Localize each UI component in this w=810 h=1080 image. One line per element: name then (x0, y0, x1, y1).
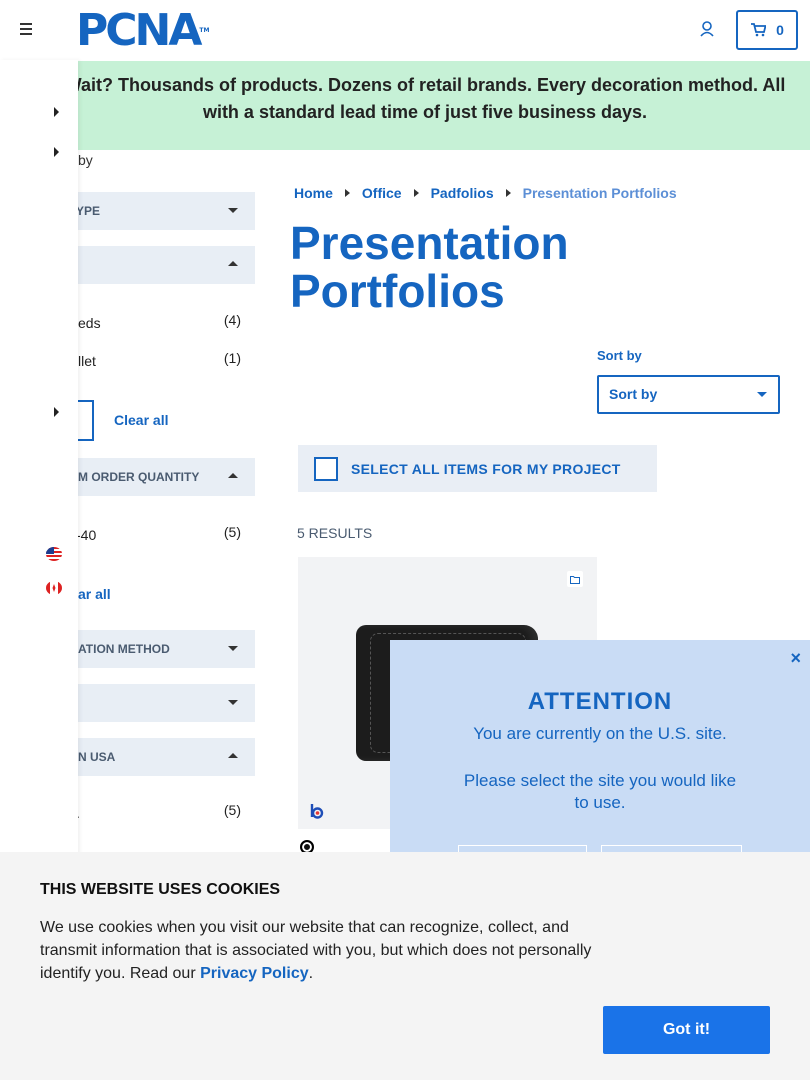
close-icon[interactable]: × (790, 648, 801, 669)
facet-collapsed-header[interactable] (60, 684, 255, 722)
facet-option-count: (4) (223, 312, 241, 328)
site-header: PCNATM 0 (0, 0, 810, 60)
breadcrumb-current: Presentation Portfolios (522, 185, 677, 201)
facet-title: N USA (78, 750, 116, 764)
facet-title: YPE (76, 204, 101, 218)
attention-message: You are currently on the U.S. site. (473, 724, 727, 743)
chevron-up-icon (228, 473, 238, 478)
menu-arrow-icon[interactable] (54, 147, 59, 157)
got-it-button[interactable]: Got it! (603, 1006, 770, 1054)
page-title: Presentation Portfolios (290, 217, 569, 317)
cart-count: 0 (776, 22, 784, 38)
chevron-down-icon (228, 208, 238, 213)
chevron-down-icon (228, 700, 238, 705)
select-all-bar[interactable]: SELECT ALL ITEMS FOR MY PROJECT (298, 445, 657, 492)
page: PCNATM 0 Wait? Thousands of products. Do… (0, 0, 810, 1080)
facet-product-type[interactable]: YPE (60, 192, 255, 230)
cookie-body-tail: . (308, 965, 314, 982)
cart-icon (751, 23, 767, 37)
chevron-up-icon (228, 261, 238, 266)
attention-heading: ATTENTION (527, 688, 673, 715)
facet-decoration-method[interactable]: ATION METHOD (60, 630, 255, 668)
chevron-right-icon (344, 189, 350, 197)
facet-option-count: (1) (223, 350, 241, 366)
facet-option[interactable]: . (5) (60, 802, 255, 821)
promo-text: Wait? Thousands of products. Dozens of r… (64, 75, 786, 122)
facet-option[interactable]: eds (4) (60, 312, 255, 331)
select-all-checkbox[interactable] (314, 456, 338, 481)
pcna-logo[interactable]: PCNATM (76, 9, 210, 53)
add-to-project-folder-icon[interactable] (567, 571, 583, 587)
shop-by-label: by (78, 152, 93, 168)
facet-made-in-usa[interactable]: N USA (60, 738, 255, 776)
us-flag-icon[interactable] (46, 547, 62, 561)
logo-tm: TM (199, 27, 210, 34)
breadcrumb: Home Office Padfolios Presentation Portf… (294, 185, 677, 201)
clear-all-link[interactable]: Clear all (114, 412, 168, 428)
facet-title: ATION METHOD (78, 642, 170, 656)
site-selector-popup: × ATTENTION You are currently on the U.S… (390, 640, 810, 885)
sort-dropdown[interactable]: Sort by (597, 375, 780, 414)
cookie-heading: THIS WEBSITE USES COOKIES (40, 881, 281, 898)
facet-option-count: (5) (223, 524, 241, 540)
cookie-body-text: We use cookies when you visit our websit… (40, 919, 592, 982)
clear-all-link[interactable]: ar all (78, 586, 111, 602)
slideout-menu (0, 60, 78, 860)
hamburger-menu-icon[interactable] (20, 23, 36, 37)
logo-text: PCNA (76, 5, 202, 56)
menu-arrow-icon[interactable] (54, 107, 59, 117)
breadcrumb-office[interactable]: Office (362, 185, 402, 201)
chevron-right-icon (505, 189, 511, 197)
facet-title: M ORDER QUANTITY (78, 470, 200, 484)
facet-minimum-order-quantity[interactable]: M ORDER QUANTITY (60, 458, 255, 496)
chevron-up-icon (228, 753, 238, 758)
account-icon[interactable] (698, 20, 716, 38)
attention-instruction: Please select the site you would like to… (463, 771, 737, 812)
select-all-label: SELECT ALL ITEMS FOR MY PROJECT (351, 460, 621, 477)
privacy-policy-link[interactable]: Privacy Policy (200, 965, 309, 982)
sort-selected-value: Sort by (609, 386, 658, 402)
sort-label: Sort by (597, 348, 642, 363)
canada-flag-icon[interactable] (46, 581, 62, 595)
chevron-down-icon (757, 392, 767, 397)
cookie-body: We use cookies when you visit our websit… (40, 916, 600, 985)
chevron-down-icon (228, 646, 238, 651)
cart-button[interactable]: 0 (736, 10, 798, 50)
facet-collapsed-header[interactable] (60, 246, 255, 284)
facet-option[interactable]: llet (1) (60, 350, 255, 369)
promo-banner: Wait? Thousands of products. Dozens of r… (0, 61, 810, 150)
cookie-banner: THIS WEBSITE USES COOKIES We use cookies… (0, 852, 810, 1080)
breadcrumb-home[interactable]: Home (294, 185, 333, 201)
results-count: 5 RESULTS (297, 525, 373, 541)
menu-arrow-icon[interactable] (54, 407, 59, 417)
facet-option-count: (5) (223, 802, 241, 818)
chevron-right-icon (413, 189, 419, 197)
breadcrumb-padfolios[interactable]: Padfolios (431, 185, 494, 201)
facet-option[interactable]: -40 (5) (60, 524, 255, 543)
brand-badge-icon (310, 804, 324, 819)
